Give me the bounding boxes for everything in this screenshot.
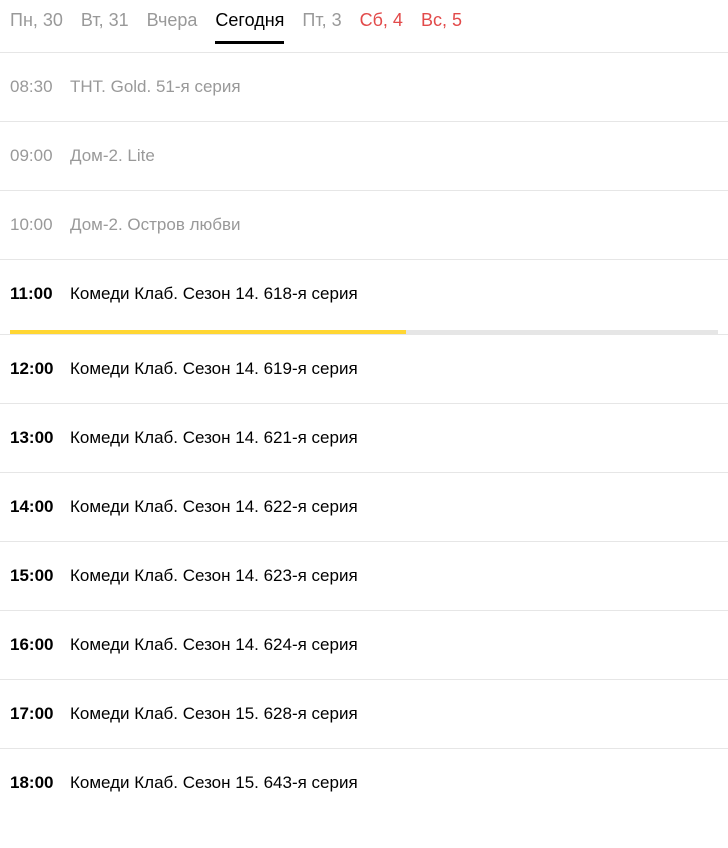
schedule-item[interactable]: 18:00 Комеди Клаб. Сезон 15. 643-я серия	[0, 748, 728, 817]
schedule-item[interactable]: 16:00 Комеди Клаб. Сезон 14. 624-я серия	[0, 610, 728, 679]
schedule-title: Дом-2. Lite	[70, 146, 155, 166]
schedule-item[interactable]: 15:00 Комеди Клаб. Сезон 14. 623-я серия	[0, 541, 728, 610]
schedule-item[interactable]: 14:00 Комеди Клаб. Сезон 14. 622-я серия	[0, 472, 728, 541]
schedule-item[interactable]: 17:00 Комеди Клаб. Сезон 15. 628-я серия	[0, 679, 728, 748]
schedule: 08:30 ТНТ. Gold. 51-я серия 09:00 Дом-2.…	[0, 52, 728, 817]
schedule-item[interactable]: 13:00 Комеди Клаб. Сезон 14. 621-я серия	[0, 403, 728, 472]
day-tab-sat[interactable]: Сб, 4	[360, 10, 403, 44]
schedule-time: 17:00	[10, 704, 70, 724]
schedule-title: Комеди Клаб. Сезон 15. 628-я серия	[70, 704, 358, 724]
schedule-title: Комеди Клаб. Сезон 14. 624-я серия	[70, 635, 358, 655]
day-tab-sun[interactable]: Вс, 5	[421, 10, 462, 44]
schedule-item-current[interactable]: 11:00 Комеди Клаб. Сезон 14. 618-я серия	[0, 259, 728, 334]
schedule-title: Комеди Клаб. Сезон 14. 618-я серия	[70, 284, 358, 304]
schedule-title: Комеди Клаб. Сезон 14. 621-я серия	[70, 428, 358, 448]
schedule-title: ТНТ. Gold. 51-я серия	[70, 77, 241, 97]
day-tab-mon[interactable]: Пн, 30	[10, 10, 63, 44]
schedule-item[interactable]: 10:00 Дом-2. Остров любви	[0, 190, 728, 259]
schedule-title: Комеди Клаб. Сезон 14. 622-я серия	[70, 497, 358, 517]
day-tab-yesterday[interactable]: Вчера	[147, 10, 198, 44]
schedule-time: 16:00	[10, 635, 70, 655]
schedule-time: 14:00	[10, 497, 70, 517]
schedule-item[interactable]: 12:00 Комеди Клаб. Сезон 14. 619-я серия	[0, 334, 728, 403]
day-tab-tue[interactable]: Вт, 31	[81, 10, 129, 44]
schedule-title: Комеди Клаб. Сезон 14. 623-я серия	[70, 566, 358, 586]
day-tabs: Пн, 30 Вт, 31 Вчера Сегодня Пт, 3 Сб, 4 …	[0, 0, 728, 44]
schedule-time: 12:00	[10, 359, 70, 379]
schedule-time: 11:00	[10, 284, 70, 304]
schedule-time: 08:30	[10, 77, 70, 97]
day-tab-today[interactable]: Сегодня	[215, 10, 284, 44]
schedule-time: 10:00	[10, 215, 70, 235]
schedule-time: 15:00	[10, 566, 70, 586]
schedule-time: 18:00	[10, 773, 70, 793]
schedule-item[interactable]: 08:30 ТНТ. Gold. 51-я серия	[0, 52, 728, 121]
schedule-title: Комеди Клаб. Сезон 14. 619-я серия	[70, 359, 358, 379]
day-tab-fri[interactable]: Пт, 3	[302, 10, 341, 44]
schedule-time: 13:00	[10, 428, 70, 448]
schedule-time: 09:00	[10, 146, 70, 166]
schedule-item[interactable]: 09:00 Дом-2. Lite	[0, 121, 728, 190]
schedule-title: Дом-2. Остров любви	[70, 215, 241, 235]
schedule-title: Комеди Клаб. Сезон 15. 643-я серия	[70, 773, 358, 793]
